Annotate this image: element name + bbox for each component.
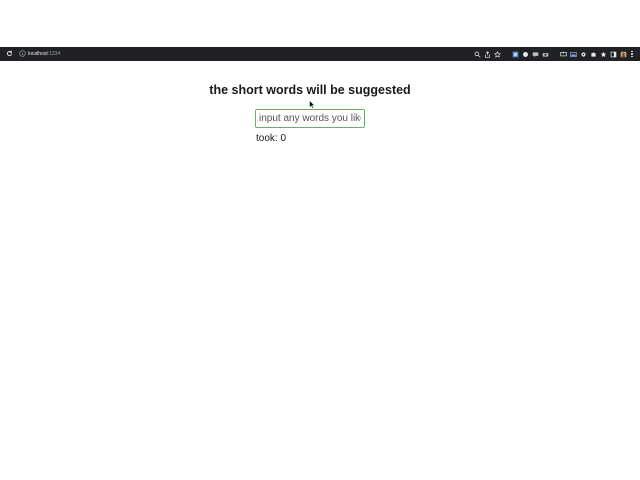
url-port: :1234 bbox=[47, 51, 61, 57]
url-host: localhost bbox=[28, 51, 48, 57]
share-icon[interactable] bbox=[482, 49, 492, 59]
site-info-icon[interactable] bbox=[19, 50, 26, 57]
menu-dots-icon[interactable] bbox=[628, 49, 636, 59]
took-status: took: 0 bbox=[256, 133, 286, 144]
url-field[interactable]: localhost:1234 bbox=[28, 50, 60, 58]
took-value: 0 bbox=[280, 133, 287, 144]
word-input[interactable] bbox=[255, 109, 365, 128]
chat-icon[interactable] bbox=[520, 49, 530, 59]
puzzle-icon[interactable] bbox=[588, 49, 598, 59]
camera-icon[interactable] bbox=[540, 49, 550, 59]
star-icon[interactable] bbox=[492, 49, 502, 59]
search-icon[interactable] bbox=[472, 49, 482, 59]
page-heading: the short words will be suggested bbox=[209, 83, 411, 97]
page-content: the short words will be suggested took: … bbox=[0, 61, 640, 480]
mouse-pointer-icon bbox=[309, 100, 315, 109]
took-label: took: bbox=[256, 133, 278, 144]
cast-icon[interactable] bbox=[568, 49, 578, 59]
extension-icon[interactable] bbox=[510, 49, 520, 59]
sidepanel-icon[interactable] bbox=[608, 49, 618, 59]
toolbar-icons bbox=[472, 49, 636, 59]
browser-address-bar: localhost:1234 bbox=[0, 47, 640, 61]
settings-icon[interactable] bbox=[578, 49, 588, 59]
screen-icon[interactable] bbox=[558, 49, 568, 59]
bookmark-icon[interactable] bbox=[598, 49, 608, 59]
profile-icon[interactable] bbox=[618, 49, 628, 59]
comment-icon[interactable] bbox=[530, 49, 540, 59]
reload-icon[interactable] bbox=[6, 50, 13, 57]
window-top-strip bbox=[0, 0, 640, 47]
